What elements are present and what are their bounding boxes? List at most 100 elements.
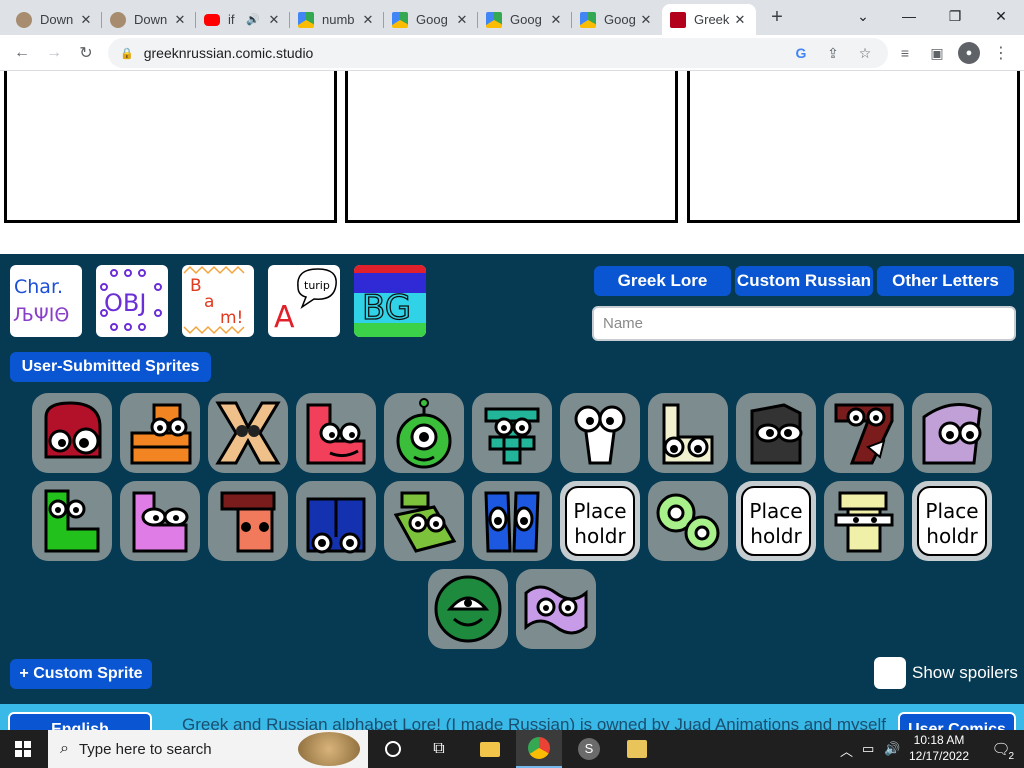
sprite-tile[interactable]	[384, 481, 464, 561]
browser-tab[interactable]: Down ✕	[8, 4, 102, 35]
sprite-tile[interactable]	[648, 393, 728, 473]
sprite-tile[interactable]	[516, 569, 596, 649]
svg-text:Place: Place	[925, 499, 978, 523]
close-window-button[interactable]: ✕	[978, 0, 1024, 32]
speech-category-button[interactable]: turip A	[268, 265, 340, 337]
browser-tab[interactable]: Goog ✕	[572, 4, 662, 35]
tab-search-button[interactable]: ⌄	[840, 0, 886, 32]
custom-russian-button[interactable]: Custom Russian	[735, 266, 873, 296]
address-bar[interactable]: 🔒 greeknrussian.comic.studio	[108, 38, 888, 68]
sprite-violet-letter-icon	[132, 491, 189, 553]
menu-kebab-icon[interactable]: ⋮	[990, 42, 1012, 64]
notification-center-icon[interactable]: 🗨 2	[978, 730, 1024, 768]
new-tab-button[interactable]: +	[763, 3, 791, 31]
sprite-tile[interactable]	[824, 481, 904, 561]
show-spoilers-checkbox[interactable]	[874, 657, 906, 689]
placeholder-sprite-tile[interactable]: Place holdr	[912, 481, 992, 561]
taskbar-clock[interactable]: 10:18 AM 12/17/2022	[900, 732, 978, 764]
reload-icon[interactable]: ↻	[72, 39, 100, 67]
comic-panel-1[interactable]	[4, 71, 337, 223]
close-icon[interactable]: ✕	[548, 12, 564, 28]
sprite-tile[interactable]	[120, 481, 200, 561]
placeholder-sprite-tile[interactable]: Place holdr	[736, 481, 816, 561]
svg-text:holdr: holdr	[926, 524, 978, 548]
sprite-tile[interactable]	[384, 393, 464, 473]
backgrounds-category-button[interactable]: BG	[354, 265, 426, 337]
svg-text:turip: turip	[304, 279, 330, 292]
objects-category-button[interactable]: OBJ	[96, 265, 168, 337]
share-icon[interactable]: ⇪	[822, 42, 844, 64]
notification-count-badge: 2	[1008, 751, 1014, 762]
comic-panel-2[interactable]	[345, 71, 678, 223]
close-icon[interactable]: ✕	[360, 12, 376, 28]
file-explorer-icon[interactable]	[467, 730, 513, 768]
speaker-icon[interactable]: 🔊	[246, 13, 260, 26]
characters-category-button[interactable]: Char. ЉΨΙΘ	[10, 265, 82, 337]
footer-bar: English Greek and Russian alphabet Lore!…	[0, 704, 1024, 730]
comic-studio-favicon	[670, 11, 686, 28]
back-icon[interactable]: ←	[8, 39, 36, 67]
objects-icon: OBJ	[100, 269, 162, 331]
sprite-tile[interactable]	[472, 481, 552, 561]
volume-icon[interactable]: 🔊	[884, 741, 900, 757]
greek-lore-button[interactable]: Greek Lore	[594, 266, 731, 296]
side-panel-icon[interactable]: ▣	[926, 42, 948, 64]
sprite-tile[interactable]	[824, 393, 904, 473]
media-control-icon[interactable]: ≡	[894, 42, 916, 64]
comic-panel-3[interactable]	[687, 71, 1020, 223]
close-icon[interactable]: ✕	[638, 12, 654, 28]
forward-icon[interactable]: →	[40, 39, 68, 67]
sprite-tile[interactable]	[296, 481, 376, 561]
close-icon[interactable]: ✕	[172, 12, 188, 28]
cortana-icon[interactable]	[370, 730, 416, 768]
browser-tab-active[interactable]: Greek ✕	[662, 4, 756, 35]
bookmark-star-icon[interactable]: ☆	[854, 42, 876, 64]
sprite-tile[interactable]	[560, 393, 640, 473]
minimize-button[interactable]: —	[886, 0, 932, 32]
browser-tab[interactable]: Goog ✕	[478, 4, 572, 35]
app-s-icon[interactable]: S	[566, 730, 612, 768]
sprite-tile[interactable]	[208, 393, 288, 473]
sprite-mint-letter-icon	[656, 493, 720, 551]
archive-app-icon[interactable]	[614, 730, 660, 768]
chrome-icon[interactable]	[516, 730, 562, 768]
sprite-tile[interactable]	[428, 569, 508, 649]
user-comics-button[interactable]: User Comics	[898, 712, 1016, 730]
sprite-tile[interactable]	[120, 393, 200, 473]
sprite-tile[interactable]	[208, 481, 288, 561]
close-icon[interactable]: ✕	[78, 12, 94, 28]
sprite-maker: Char. ЉΨΙΘ OBJ B a m! turip A BG Greek L…	[0, 254, 1024, 730]
profile-avatar-icon[interactable]: ●	[958, 42, 980, 64]
close-icon[interactable]: ✕	[732, 12, 748, 28]
sprite-tile[interactable]	[648, 481, 728, 561]
browser-tab[interactable]: Goog ✕	[384, 4, 478, 35]
sprite-tile[interactable]	[912, 393, 992, 473]
custom-sprite-button[interactable]: + Custom Sprite	[10, 659, 152, 689]
close-icon[interactable]: ✕	[266, 12, 282, 28]
close-icon[interactable]: ✕	[454, 12, 470, 28]
sprite-tile[interactable]	[32, 481, 112, 561]
english-button[interactable]: English	[8, 712, 152, 730]
sprite-tile[interactable]	[472, 393, 552, 473]
user-submitted-sprites-button[interactable]: User-Submitted Sprites	[10, 352, 211, 382]
backgrounds-icon: BG	[354, 265, 426, 337]
name-input[interactable]	[592, 306, 1016, 341]
photo-favicon	[16, 11, 32, 28]
bam-category-button[interactable]: B a m!	[182, 265, 254, 337]
windows-start-icon[interactable]	[0, 730, 46, 768]
taskbar-search-placeholder: Type here to search	[78, 740, 212, 758]
browser-tab[interactable]: Down ✕	[102, 4, 196, 35]
placeholder-sprite-tile[interactable]: Place holdr	[560, 481, 640, 561]
tray-chevron-icon[interactable]: ︿	[840, 741, 853, 760]
network-icon[interactable]: ▭	[862, 741, 874, 757]
sprite-tile[interactable]	[296, 393, 376, 473]
google-translate-icon[interactable]: G	[790, 42, 812, 64]
taskbar-search-box[interactable]: ⌕ Type here to search	[48, 730, 368, 768]
browser-tab[interactable]: numb ✕	[290, 4, 384, 35]
sprite-tile[interactable]	[736, 393, 816, 473]
browser-tab[interactable]: if 🔊 ✕	[196, 4, 290, 35]
task-view-icon[interactable]: ⧉	[416, 730, 462, 768]
sprite-tile[interactable]	[32, 393, 112, 473]
other-letters-button[interactable]: Other Letters	[877, 266, 1014, 296]
restore-button[interactable]: ❐	[932, 0, 978, 32]
